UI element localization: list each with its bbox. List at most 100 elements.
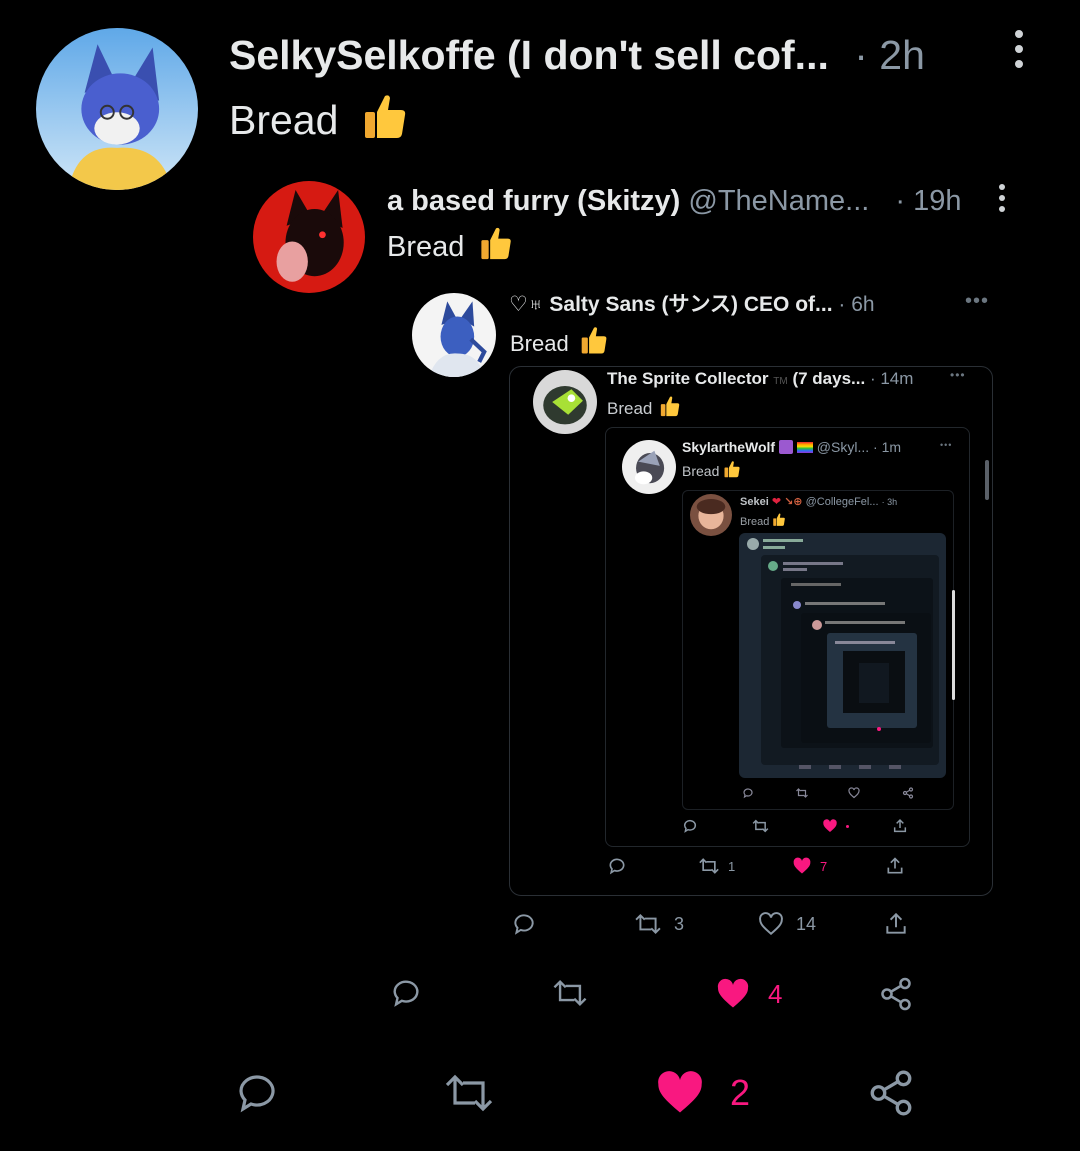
share-button[interactable] bbox=[866, 1068, 916, 1118]
thumbs-up-icon bbox=[579, 324, 609, 363]
thumbs-up-icon bbox=[360, 90, 410, 153]
reply-icon bbox=[393, 980, 419, 1007]
like-count: 2 bbox=[730, 1072, 751, 1113]
like-count: 4 bbox=[768, 978, 783, 1009]
scrollbar[interactable] bbox=[985, 460, 989, 500]
avatar[interactable] bbox=[533, 370, 597, 434]
recursive-screenshot-art bbox=[747, 538, 955, 769]
post-text: Bread bbox=[229, 90, 410, 153]
reply-button[interactable] bbox=[233, 1069, 281, 1117]
reply-button[interactable] bbox=[607, 856, 627, 876]
like-count: 14 bbox=[796, 913, 817, 934]
cross-badge-icon bbox=[779, 440, 793, 454]
avatar[interactable] bbox=[690, 494, 732, 536]
like-button[interactable]: 14 bbox=[758, 911, 816, 937]
display-name[interactable]: SelkySelkoffe (I don't sell cof... bbox=[229, 32, 829, 78]
reply-button[interactable] bbox=[682, 818, 698, 834]
reply-icon bbox=[683, 819, 697, 833]
reply-icon bbox=[239, 1075, 275, 1113]
retweet-icon bbox=[553, 979, 587, 1007]
heart-filled-icon bbox=[717, 978, 749, 1008]
retweet-button[interactable] bbox=[795, 787, 809, 799]
like-count: 7 bbox=[820, 858, 828, 874]
post-header: SkylartheWolf @Skyl... · 1m bbox=[682, 438, 901, 456]
display-name[interactable]: ♡♅ Salty Sans (サンス) CEO of... bbox=[509, 293, 833, 316]
heart-icon bbox=[848, 787, 860, 799]
post-text: Bread bbox=[682, 459, 741, 483]
retweet-count: 3 bbox=[674, 913, 685, 934]
share-button[interactable] bbox=[885, 856, 905, 876]
share-icon bbox=[887, 857, 903, 874]
share-icon bbox=[886, 912, 906, 934]
retweet-button[interactable] bbox=[551, 976, 589, 1010]
retweet-icon bbox=[796, 788, 808, 798]
share-button[interactable] bbox=[878, 976, 914, 1012]
scrollbar[interactable] bbox=[952, 590, 955, 700]
heart-filled-icon bbox=[823, 819, 837, 832]
more-options-icon[interactable] bbox=[1013, 30, 1025, 68]
post-text: Bread bbox=[607, 394, 681, 424]
share-icon bbox=[902, 787, 914, 799]
share-icon bbox=[881, 977, 911, 1011]
retweet-button[interactable]: 3 bbox=[634, 911, 684, 937]
post-text: Bread bbox=[387, 224, 514, 271]
timestamp[interactable]: · 6h bbox=[838, 293, 874, 316]
display-name[interactable]: The Sprite Collector bbox=[607, 369, 769, 388]
share-icon bbox=[870, 1070, 912, 1116]
retweet-button[interactable]: 1 bbox=[698, 856, 735, 876]
like-button[interactable]: 4 bbox=[714, 976, 782, 1012]
avatar[interactable] bbox=[622, 440, 676, 494]
share-button[interactable] bbox=[902, 787, 914, 799]
avatar[interactable] bbox=[36, 28, 198, 190]
timestamp[interactable]: · 1m bbox=[873, 439, 901, 455]
more-options-icon[interactable]: ••• bbox=[950, 368, 966, 382]
more-options-icon[interactable]: ••• bbox=[940, 440, 952, 450]
post-header: Sekei ❤ ↘⊕ @CollegeFel... · 3h bbox=[740, 495, 897, 509]
reply-icon bbox=[609, 858, 625, 875]
like-button[interactable] bbox=[848, 787, 860, 799]
retweet-count: 1 bbox=[728, 858, 736, 874]
user-handle[interactable]: @CollegeFel... bbox=[806, 496, 879, 508]
like-button[interactable]: 2 bbox=[654, 1067, 750, 1119]
timestamp[interactable]: · 14m bbox=[870, 369, 913, 388]
display-name[interactable]: Sekei bbox=[740, 496, 769, 508]
timestamp[interactable]: · 2h bbox=[854, 32, 925, 78]
avatar[interactable] bbox=[253, 181, 365, 293]
share-button[interactable] bbox=[892, 818, 908, 834]
reply-button[interactable] bbox=[389, 976, 423, 1010]
post-header: The Sprite Collector TM (7 days... · 14m bbox=[607, 368, 913, 393]
avatar[interactable] bbox=[412, 293, 496, 377]
more-options-icon[interactable] bbox=[997, 184, 1007, 212]
thumbs-up-icon bbox=[659, 394, 681, 424]
thumbs-up-icon bbox=[772, 512, 786, 531]
post-header: ♡♅ Salty Sans (サンス) CEO of... · 6h bbox=[509, 291, 875, 319]
like-button[interactable]: 7 bbox=[792, 856, 827, 876]
more-options-icon[interactable]: ••• bbox=[965, 290, 989, 313]
user-handle[interactable]: @Skyl... bbox=[817, 439, 869, 455]
retweet-icon bbox=[445, 1074, 493, 1112]
reply-icon bbox=[743, 788, 753, 799]
user-handle[interactable]: @TheName... bbox=[688, 185, 869, 217]
rainbow-flag-icon bbox=[796, 442, 813, 453]
post-header: a based furry (Skitzy) @TheName... · 19h bbox=[387, 183, 962, 219]
timestamp[interactable]: · 3h bbox=[882, 497, 898, 507]
retweet-icon bbox=[635, 913, 661, 935]
retweet-icon bbox=[699, 858, 719, 874]
timestamp[interactable]: · 19h bbox=[895, 185, 961, 217]
like-button[interactable] bbox=[822, 818, 849, 834]
post-text: Bread bbox=[740, 512, 786, 531]
reply-button[interactable] bbox=[742, 787, 754, 799]
thumbs-up-icon bbox=[478, 224, 514, 271]
recursive-screenshot bbox=[739, 533, 955, 778]
display-name[interactable]: a based furry (Skitzy) bbox=[387, 185, 680, 217]
retweet-button[interactable] bbox=[442, 1069, 496, 1117]
retweet-button[interactable] bbox=[752, 818, 769, 834]
post-header: SelkySelkoffe (I don't sell cof... · 2h bbox=[229, 30, 925, 80]
display-name-suffix: (7 days... bbox=[792, 369, 866, 388]
emoji-badges: ↘⊕ bbox=[784, 496, 803, 508]
reply-button[interactable] bbox=[511, 911, 537, 937]
heart-filled-icon bbox=[793, 857, 811, 874]
share-button[interactable] bbox=[883, 911, 909, 937]
post-text: Bread bbox=[510, 324, 609, 363]
display-name[interactable]: SkylartheWolf bbox=[682, 439, 775, 455]
